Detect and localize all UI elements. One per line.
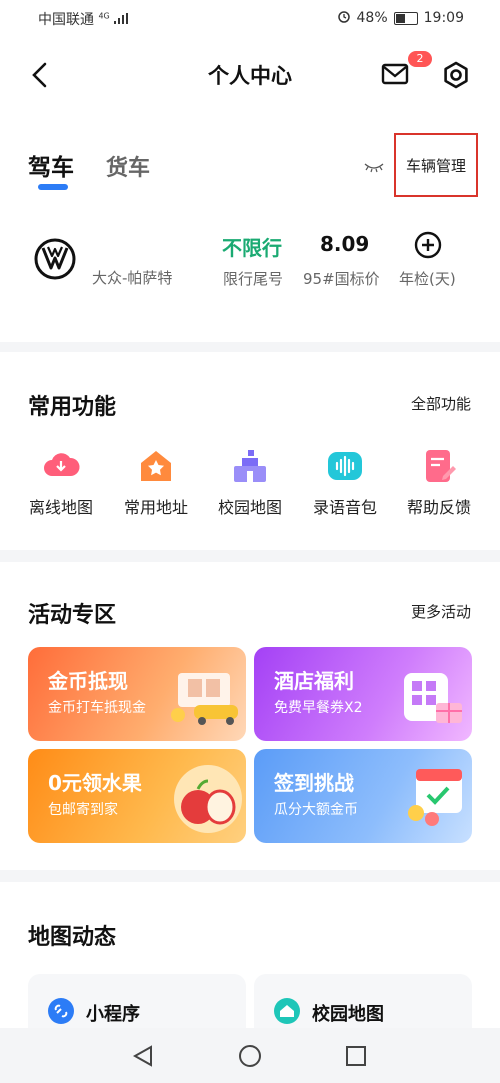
- nav-recents-button[interactable]: [344, 1044, 368, 1072]
- settings-hex-icon: [444, 61, 468, 89]
- vehicle-card: 驾车 货车 车辆管理 大众-帕萨特 不限行 限行尾号 8.09 95#国标价 年…: [0, 118, 500, 342]
- hide-eye-icon[interactable]: [364, 158, 384, 177]
- carrier-info: 中国联通 4G: [38, 9, 129, 29]
- circle-home-icon: [239, 1045, 261, 1067]
- inspection-label: 年检(天): [399, 270, 456, 288]
- function-label: 离线地图: [28, 498, 93, 517]
- promo-card-fruit[interactable]: 0元领水果 包邮寄到家: [28, 749, 246, 843]
- section-title: 活动专区: [28, 603, 117, 628]
- plus-circle-icon: [414, 231, 442, 259]
- coupon-taxi-icon: [171, 673, 238, 725]
- restriction-label: 限行尾号: [223, 270, 284, 288]
- fuel-price-value: 8.09: [320, 232, 370, 256]
- status-right: 48% 19:09: [337, 9, 464, 27]
- voice-wave-icon: [325, 446, 365, 486]
- nav-home-button[interactable]: [238, 1044, 262, 1072]
- add-inspection-button[interactable]: [414, 231, 442, 259]
- message-button[interactable]: [381, 62, 409, 90]
- clock: 19:09: [423, 10, 464, 26]
- promo-card-coins[interactable]: 金币抵现 金币打车抵现金: [28, 647, 246, 741]
- school-house-icon: [274, 998, 300, 1024]
- function-label: 校园地图: [217, 498, 282, 517]
- tab-truck[interactable]: 货车: [106, 150, 150, 182]
- network-type: 4G: [98, 11, 110, 21]
- battery-icon: [393, 11, 418, 25]
- promo-subtitle: 免费早餐券X2: [274, 700, 363, 716]
- settings-button[interactable]: [441, 60, 471, 94]
- calendar-check-icon: [408, 769, 462, 826]
- section-title: 地图动态: [28, 925, 117, 950]
- volkswagen-logo: [34, 238, 76, 280]
- triangle-back-icon: [132, 1045, 152, 1067]
- tab-active-indicator: [38, 184, 68, 190]
- function-label: 录语音包: [312, 498, 377, 517]
- promo-subtitle: 金币打车抵现金: [48, 700, 146, 716]
- signal-icon: [114, 12, 129, 28]
- message-badge: 2: [408, 51, 432, 67]
- function-record-voice[interactable]: 录语音包: [297, 446, 393, 518]
- mail-icon: [381, 63, 409, 85]
- function-label: 常用地址: [123, 498, 188, 517]
- function-help-feedback[interactable]: 帮助反馈: [391, 446, 487, 518]
- fuel-price-label: 95#国标价: [303, 270, 380, 288]
- all-functions-link[interactable]: 全部功能: [411, 393, 471, 414]
- hotel-gift-icon: [404, 673, 462, 723]
- function-common-address[interactable]: 常用地址: [108, 446, 204, 518]
- section-title: 常用功能: [28, 395, 117, 420]
- activities-section: 活动专区 更多活动 金币抵现 金币打车抵现金 酒店福利 免费早餐券X2 0元领水…: [0, 562, 500, 870]
- promo-title: 0元领水果: [48, 771, 142, 795]
- more-activities-link[interactable]: 更多活动: [411, 601, 471, 622]
- mini-label: 校园地图: [312, 1004, 384, 1025]
- promo-title: 签到挑战: [274, 771, 354, 795]
- tab-car[interactable]: 驾车: [28, 148, 74, 182]
- carrier-name: 中国联通: [38, 12, 94, 28]
- header: 个人中心 2: [0, 34, 500, 118]
- function-label: 帮助反馈: [406, 498, 471, 517]
- promo-title: 酒店福利: [274, 669, 354, 693]
- home-star-icon: [136, 446, 176, 486]
- nav-back-button[interactable]: [131, 1044, 155, 1072]
- promo-card-checkin[interactable]: 签到挑战 瓜分大额金币: [254, 749, 472, 843]
- alarm-icon: [337, 9, 351, 27]
- vehicle-manage-button[interactable]: 车辆管理: [394, 133, 478, 197]
- feedback-icon: [419, 446, 459, 486]
- promo-card-hotel[interactable]: 酒店福利 免费早餐券X2: [254, 647, 472, 741]
- common-functions-section: 常用功能 全部功能 离线地图 常用地址 校园地图 录语音包 帮助反馈: [0, 352, 500, 550]
- square-recents-icon: [346, 1046, 366, 1066]
- restriction-value: 不限行: [222, 236, 282, 260]
- status-bar: 中国联通 4G 48% 19:09: [0, 0, 500, 34]
- apple-fruit-icon: [174, 765, 242, 833]
- promo-subtitle: 瓜分大额金币: [274, 802, 358, 818]
- system-nav-bar: [0, 1028, 500, 1083]
- battery-percent: 48%: [356, 10, 388, 26]
- car-model-name: 大众-帕萨特: [92, 269, 173, 287]
- school-icon: [230, 446, 270, 486]
- mini-label: 小程序: [86, 1004, 140, 1025]
- promo-subtitle: 包邮寄到家: [48, 802, 118, 818]
- function-campus-map[interactable]: 校园地图: [202, 446, 298, 518]
- function-offline-map[interactable]: 离线地图: [13, 446, 109, 518]
- cloud-download-icon: [41, 446, 81, 486]
- link-icon: [48, 998, 74, 1024]
- promo-title: 金币抵现: [48, 669, 128, 693]
